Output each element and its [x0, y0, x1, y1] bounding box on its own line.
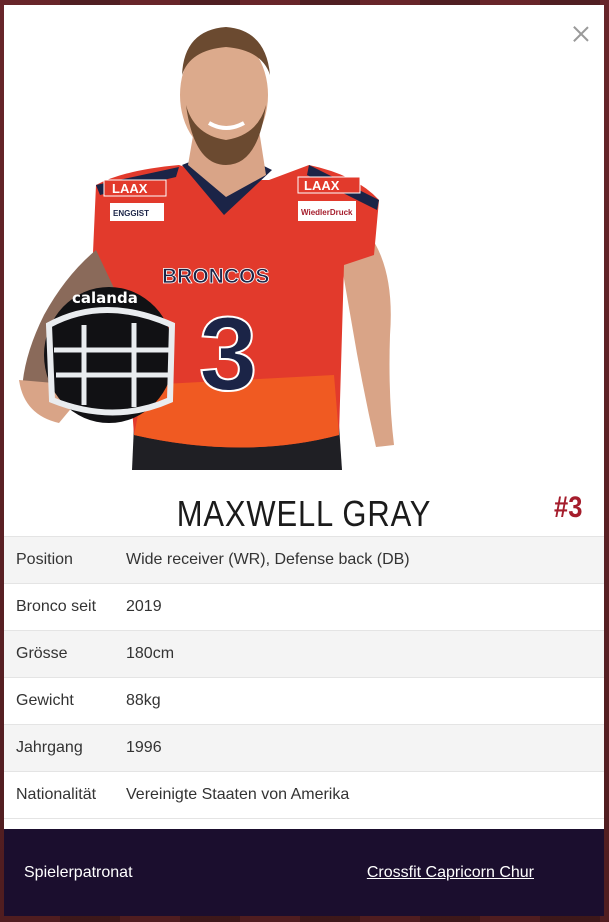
jersey-number-text: 3: [199, 296, 257, 413]
info-label: Nationalität: [16, 786, 97, 803]
info-row-nationality: Nationalität Vereinigte Staaten von Amer…: [4, 772, 604, 819]
player-name: MAXWELL GRAY: [176, 493, 432, 534]
info-label: Gewicht: [16, 692, 74, 709]
info-row-height: Grösse 180cm: [4, 631, 604, 678]
player-info-table: Position Wide receiver (WR), Defense bac…: [4, 536, 604, 819]
sponsorship-label: Spielerpatronat: [24, 863, 133, 881]
sponsorship-footer: Spielerpatronat Crossfit Capricorn Chur: [4, 829, 604, 916]
info-label: Bronco seit: [16, 598, 97, 615]
info-row-birthyear: Jahrgang 1996: [4, 725, 604, 772]
jersey-team-text: BRONCOS: [162, 265, 269, 288]
player-modal: calanda LAAX LAAX ENGGIST WiedlerDruck B…: [4, 5, 604, 916]
helmet-sponsor-text: calanda: [72, 289, 138, 307]
sponsor-left-text: ENGGIST: [113, 209, 149, 218]
info-label: Grösse: [16, 645, 68, 662]
info-value: Wide receiver (WR), Defense back (DB): [126, 551, 410, 568]
player-number: #3: [553, 491, 582, 524]
sponsor-link[interactable]: Crossfit Capricorn Chur: [367, 864, 534, 882]
sponsor-top-right-text: LAAX: [304, 178, 340, 193]
sponsor-right-text: WiedlerDruck: [301, 208, 353, 217]
player-photo: calanda LAAX LAAX ENGGIST WiedlerDruck B…: [19, 27, 394, 470]
info-value: 88kg: [126, 692, 161, 709]
info-label: Jahrgang: [16, 739, 83, 756]
info-row-weight: Gewicht 88kg: [4, 678, 604, 725]
info-value: 180cm: [126, 645, 175, 662]
info-row-since: Bronco seit 2019: [4, 584, 604, 631]
info-value: Vereinigte Staaten von Amerika: [126, 786, 350, 803]
info-value: 2019: [126, 598, 162, 615]
info-row-position: Position Wide receiver (WR), Defense bac…: [4, 537, 604, 584]
info-label: Position: [16, 551, 73, 568]
info-value: 1996: [126, 739, 162, 756]
sponsor-top-left-text: LAAX: [112, 181, 148, 196]
